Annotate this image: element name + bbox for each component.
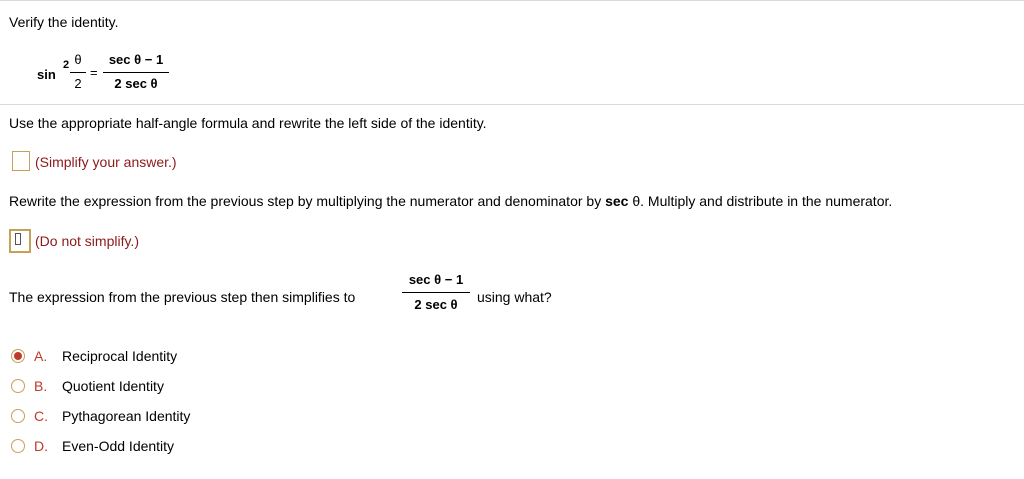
option-c-label[interactable]: Pythagorean Identity <box>62 408 190 424</box>
rhs-numerator: sec θ − 1 <box>108 52 164 67</box>
lhs-fraction-bar <box>70 72 86 73</box>
option-d-label[interactable]: Even-Odd Identity <box>62 438 174 454</box>
section-divider <box>0 104 1024 105</box>
step3-fraction: sec θ − 1 2 sec θ <box>402 272 470 314</box>
option-b-radio[interactable] <box>11 379 25 393</box>
rhs-fraction: sec θ − 1 2 sec θ <box>103 52 169 92</box>
lhs-fraction: θ 2 <box>70 52 86 92</box>
option-b-letter: B. <box>34 378 48 394</box>
step1-hint: (Simplify your answer.) <box>35 154 177 170</box>
top-divider <box>0 0 1024 1</box>
option-d-radio[interactable] <box>11 439 25 453</box>
step2-instruction-bold: sec <box>605 193 629 209</box>
rhs-fraction-bar <box>103 72 169 73</box>
step3-denominator: 2 sec θ <box>414 297 458 312</box>
step3-text-pre: The expression from the previous step th… <box>9 289 356 305</box>
step3-fraction-bar <box>402 292 470 293</box>
lhs-denominator: 2 <box>74 76 82 91</box>
option-a-label[interactable]: Reciprocal Identity <box>62 348 177 364</box>
option-b-label[interactable]: Quotient Identity <box>62 378 164 394</box>
step2-instruction: Rewrite the expression from the previous… <box>9 193 892 209</box>
option-a-letter: A. <box>34 348 48 364</box>
rhs-denominator: 2 sec θ <box>114 76 158 91</box>
step1-instruction: Use the appropriate half-angle formula a… <box>9 115 487 131</box>
lhs-numerator: θ <box>74 52 82 67</box>
question-prompt: Verify the identity. <box>9 14 119 30</box>
step2-instruction-pre: Rewrite the expression from the previous… <box>9 193 606 209</box>
step1-answer-box[interactable] <box>12 151 30 171</box>
lhs-exponent: 2 <box>63 59 70 71</box>
step3-text-post: using what? <box>477 289 552 305</box>
option-a-radio[interactable] <box>11 349 25 363</box>
option-c-letter: C. <box>34 408 48 424</box>
option-c-radio[interactable] <box>11 409 25 423</box>
equals-sign: = <box>90 65 98 80</box>
step3-numerator: sec θ − 1 <box>408 272 464 287</box>
step2-hint: (Do not simplify.) <box>35 233 139 249</box>
step2-instruction-post: θ. Multiply and distribute in the numera… <box>628 193 893 209</box>
lhs-sin: sin <box>37 67 56 82</box>
option-d-letter: D. <box>34 438 48 454</box>
step2-answer-box[interactable] <box>9 229 31 253</box>
